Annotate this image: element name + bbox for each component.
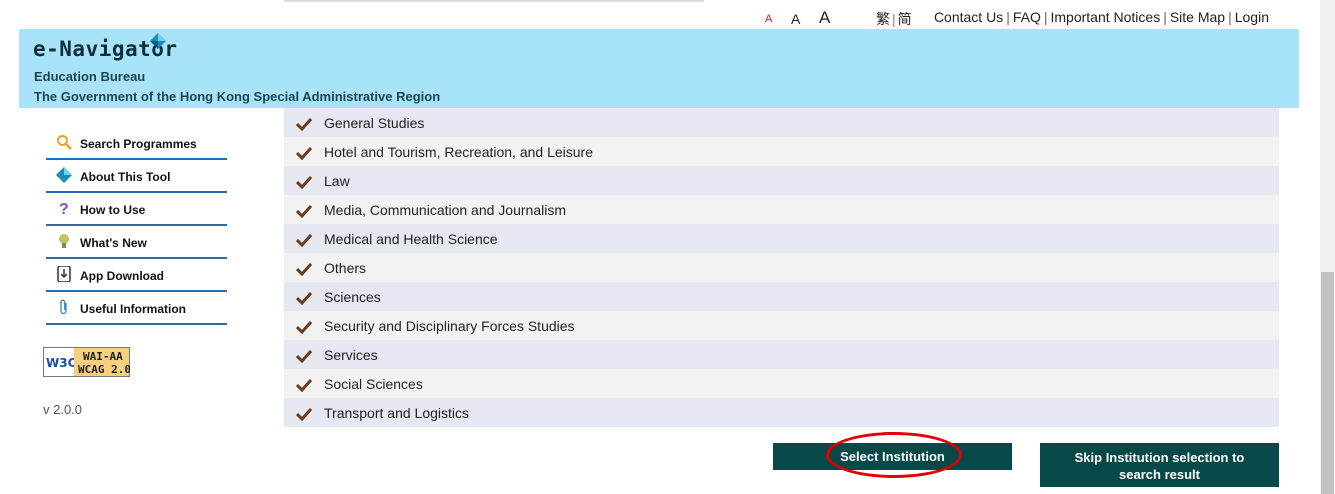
sidebar-item-useful-information[interactable]: Useful Information: [46, 292, 227, 325]
category-row[interactable]: Others: [284, 253, 1279, 282]
traditional-chinese-link[interactable]: 繁: [876, 11, 890, 27]
category-list: General Studies Hotel and Tourism, Recrea…: [284, 108, 1279, 427]
wai-aa-text: WAI-AA: [83, 350, 123, 363]
government-name: The Government of the Hong Kong Special …: [34, 89, 441, 104]
category-row[interactable]: Hotel and Tourism, Recreation, and Leisu…: [284, 137, 1279, 166]
w3c-text: W3C: [46, 356, 77, 370]
language-switcher: 繁 | 简: [876, 9, 912, 29]
svg-text:?: ?: [59, 201, 69, 216]
top-links: Contact Us | FAQ | Important Notices | Site Ma…: [934, 9, 1269, 25]
wcag-text: WCAG 2.0: [78, 363, 130, 376]
simplified-chinese-link[interactable]: 简: [898, 11, 912, 27]
login-link[interactable]: Login: [1235, 9, 1269, 25]
important-notices-link[interactable]: Important Notices: [1050, 9, 1160, 25]
category-label: Media, Communication and Journalism: [324, 202, 566, 218]
contact-us-link[interactable]: Contact Us: [934, 9, 1003, 25]
font-size-medium-button[interactable]: A: [791, 11, 800, 27]
navigator-logo-icon: [150, 33, 166, 49]
sidebar-item-label: Useful Information: [80, 302, 187, 316]
org-name: Education Bureau: [34, 69, 146, 84]
site-map-link[interactable]: Site Map: [1170, 9, 1225, 25]
category-label: Transport and Logistics: [324, 405, 469, 421]
sidebar-nav: Search Programmes About This Tool ? How …: [46, 127, 227, 325]
category-row[interactable]: Media, Communication and Journalism: [284, 195, 1279, 224]
checkmark-icon[interactable]: [296, 233, 312, 247]
category-label: Security and Disciplinary Forces Studies: [324, 318, 575, 334]
skip-institution-button[interactable]: Skip Institution selection to search res…: [1040, 443, 1279, 487]
link-separator: |: [1043, 9, 1048, 25]
checkmark-icon[interactable]: [296, 117, 312, 131]
download-icon: [57, 266, 71, 282]
checkmark-icon[interactable]: [296, 320, 312, 334]
language-separator: |: [892, 11, 896, 27]
checkmark-icon[interactable]: [296, 175, 312, 189]
select-institution-button[interactable]: Select Institution: [773, 443, 1012, 470]
category-row[interactable]: Security and Disciplinary Forces Studies: [284, 311, 1279, 340]
checkmark-icon[interactable]: [296, 378, 312, 392]
checkmark-icon[interactable]: [296, 262, 312, 276]
category-label: Sciences: [324, 289, 381, 305]
sidebar-item-about-this-tool[interactable]: About This Tool: [46, 160, 227, 193]
font-size-large-button[interactable]: A: [819, 8, 830, 28]
skip-button-line2: search result: [1119, 467, 1200, 482]
font-size-small-button[interactable]: A: [765, 13, 772, 25]
sidebar-item-label: How to Use: [80, 203, 146, 217]
sidebar-item-search-programmes[interactable]: Search Programmes: [46, 127, 227, 160]
version-label: v 2.0.0: [43, 402, 83, 417]
sidebar-item-label: About This Tool: [80, 170, 171, 184]
sidebar-item-label: App Download: [80, 269, 164, 283]
checkmark-icon[interactable]: [296, 407, 312, 421]
category-row[interactable]: Transport and Logistics: [284, 398, 1279, 427]
wcag-badge[interactable]: W3C WAI-AA WCAG 2.0: [43, 347, 130, 377]
link-separator: |: [1006, 9, 1010, 25]
category-label: Others: [324, 260, 367, 276]
category-label: Medical and Health Science: [324, 231, 498, 247]
category-row[interactable]: Medical and Health Science: [284, 224, 1279, 253]
checkmark-icon[interactable]: [296, 204, 312, 218]
sidebar-item-app-download[interactable]: App Download: [46, 259, 227, 292]
category-label: Services: [324, 347, 378, 363]
category-label: General Studies: [324, 115, 425, 131]
sidebar-item-label: Search Programmes: [80, 137, 197, 151]
category-row[interactable]: Social Sciences: [284, 369, 1279, 398]
header-banner: e-Navigator Education Bureau The Governm…: [19, 29, 1299, 108]
category-row[interactable]: Services: [284, 340, 1279, 369]
top-utility-bar: A A A 繁 | 简 Contact Us | FAQ | Important Notic…: [0, 0, 1320, 29]
category-label: Social Sciences: [324, 376, 423, 392]
category-label: Law: [324, 173, 350, 189]
question-mark-icon: ?: [59, 201, 69, 216]
navigator-logo-icon: [56, 167, 72, 183]
scrolled-content-edge: [284, 0, 704, 2]
checkmark-icon[interactable]: [296, 291, 312, 305]
magnifier-icon: [57, 135, 72, 150]
sidebar-item-whats-new[interactable]: What's New: [46, 226, 227, 259]
sidebar-item-label: What's New: [80, 236, 147, 250]
category-row[interactable]: Sciences: [284, 282, 1279, 311]
category-row[interactable]: Law: [284, 166, 1279, 195]
scrollbar-thumb[interactable]: [1321, 272, 1334, 494]
skip-button-line1: Skip Institution selection to: [1074, 450, 1245, 465]
checkmark-icon[interactable]: [296, 349, 312, 363]
lightbulb-icon: [59, 234, 69, 248]
category-row[interactable]: General Studies: [284, 108, 1279, 137]
checkmark-icon[interactable]: [296, 146, 312, 160]
link-separator: |: [1163, 9, 1167, 25]
sidebar-item-how-to-use[interactable]: ? How to Use: [46, 193, 227, 226]
category-label: Hotel and Tourism, Recreation, and Leisu…: [324, 144, 594, 160]
paperclip-icon: [60, 299, 67, 315]
link-separator: |: [1228, 9, 1232, 25]
faq-link[interactable]: FAQ: [1013, 9, 1041, 25]
